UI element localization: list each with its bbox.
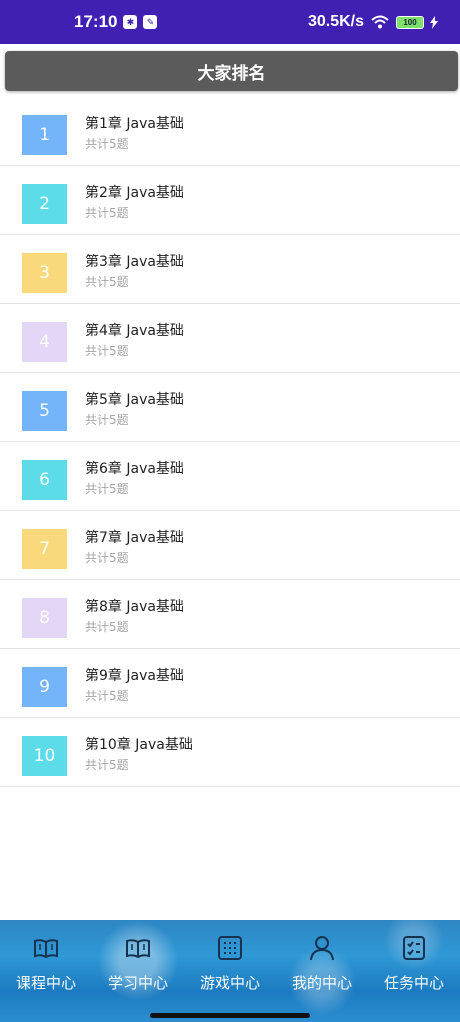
list-item[interactable]: 6 第6章 Java基础 共计5题 (0, 442, 460, 511)
nav-label: 课程中心 (15, 974, 76, 992)
book-icon (126, 939, 150, 959)
chapter-number-badge: 4 (22, 322, 67, 362)
chapter-question-count: 共计5题 (85, 413, 129, 427)
list-item[interactable]: 8 第8章 Java基础 共计5题 (0, 580, 460, 649)
nav-label: 学习中心 (107, 974, 168, 992)
chapter-question-count: 共计5题 (85, 620, 129, 634)
list-item[interactable]: 1 第1章 Java基础 共计5题 (0, 97, 460, 166)
chapter-title: 第3章 Java基础 (85, 254, 184, 270)
list-item[interactable]: 9 第9章 Java基础 共计5题 (0, 649, 460, 718)
nav-label: 游戏中心 (199, 974, 260, 992)
chapter-title: 第8章 Java基础 (85, 599, 184, 615)
chapter-question-count: 共计5题 (85, 689, 129, 703)
checklist-icon (403, 936, 425, 960)
chapter-title: 第2章 Java基础 (85, 185, 184, 201)
chapter-question-count: 共计5题 (85, 275, 129, 289)
chapter-title: 第4章 Java基础 (85, 323, 184, 339)
chapter-question-count: 共计5题 (85, 551, 129, 565)
chapter-title: 第10章 Java基础 (85, 737, 193, 753)
grid-icon (218, 936, 242, 960)
chapter-number-badge: 10 (22, 736, 67, 776)
chapter-question-count: 共计5题 (85, 482, 129, 496)
bottom-navigation: 课程中心 学习中心 游戏中心 我的中心 任务中心 (0, 920, 460, 1022)
status-bar: 17:10 ✱ ✎ 30.5K/s 100 (0, 0, 460, 44)
chapter-title: 第6章 Java基础 (85, 461, 184, 477)
chapter-number-badge: 6 (22, 460, 67, 500)
settings-mini-icon: ✱ (123, 15, 138, 29)
list-item[interactable]: 5 第5章 Java基础 共计5题 (0, 373, 460, 442)
chapter-number-badge: 3 (22, 253, 67, 293)
status-time: 17:10 (74, 12, 118, 31)
nav-study-center[interactable]: 学习中心 (92, 920, 184, 1022)
chapter-question-count: 共计5题 (85, 344, 129, 358)
chapter-number-badge: 5 (22, 391, 67, 431)
nav-task-center[interactable]: 任务中心 (368, 920, 460, 1022)
nav-label: 我的中心 (291, 974, 352, 992)
chapter-title: 第9章 Java基础 (85, 668, 184, 684)
charging-icon (430, 15, 438, 29)
app-screen: 17:10 ✱ ✎ 30.5K/s 100 大家排名 1 第1章 Java基础 … (0, 0, 460, 1022)
ranking-header-button[interactable]: 大家排名 (5, 51, 458, 91)
list-item[interactable]: 7 第7章 Java基础 共计5题 (0, 511, 460, 580)
nav-game-center[interactable]: 游戏中心 (184, 920, 276, 1022)
status-left: 17:10 ✱ ✎ (74, 12, 158, 32)
chapter-list: 1 第1章 Java基础 共计5题 2 第2章 Java基础 共计5题 3 第3… (0, 97, 460, 787)
chapter-number-badge: 1 (22, 115, 67, 155)
chapter-title: 第7章 Java基础 (85, 530, 184, 546)
chapter-title: 第5章 Java基础 (85, 392, 184, 408)
chapter-number-badge: 8 (22, 598, 67, 638)
chapter-number-badge: 9 (22, 667, 67, 707)
chapter-question-count: 共计5题 (85, 137, 129, 151)
list-item[interactable]: 10 第10章 Java基础 共计5题 (0, 718, 460, 787)
book-icon (34, 939, 58, 959)
list-item[interactable]: 3 第3章 Java基础 共计5题 (0, 235, 460, 304)
network-speed: 30.5K/s (307, 13, 364, 30)
battery-icon: 100 (396, 15, 424, 29)
chapter-number-badge: 2 (22, 184, 67, 224)
nav-label: 任务中心 (383, 974, 444, 992)
app-mini-icon: ✎ (143, 15, 158, 29)
list-item[interactable]: 2 第2章 Java基础 共计5题 (0, 166, 460, 235)
nav-my-center[interactable]: 我的中心 (276, 920, 368, 1022)
home-indicator[interactable] (150, 1013, 310, 1018)
list-item[interactable]: 4 第4章 Java基础 共计5题 (0, 304, 460, 373)
nav-course-center[interactable]: 课程中心 (0, 920, 92, 1022)
status-right: 30.5K/s 100 (308, 13, 438, 31)
wifi-icon (371, 15, 389, 29)
chapter-question-count: 共计5题 (85, 206, 129, 220)
chapter-question-count: 共计5题 (85, 758, 129, 772)
header-title: 大家排名 (197, 63, 266, 84)
chapter-title: 第1章 Java基础 (85, 116, 184, 132)
person-icon (310, 936, 334, 961)
chapter-number-badge: 7 (22, 529, 67, 569)
